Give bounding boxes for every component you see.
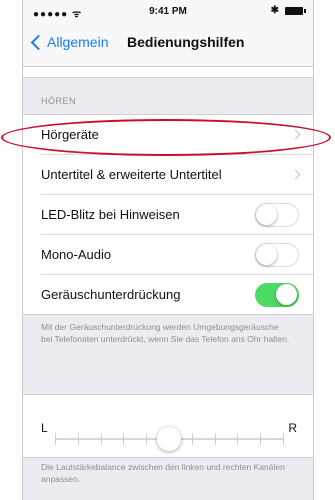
slider-tick	[191, 433, 193, 445]
row-label: LED-Blitz bei Hinweisen	[41, 207, 180, 222]
chevron-right-icon	[290, 169, 301, 180]
slider-tick	[260, 433, 262, 445]
chevron-left-icon	[30, 34, 47, 50]
row-label: Mono-Audio	[41, 247, 112, 262]
balance-slider-group: L R	[23, 394, 313, 458]
row-mono-audio: Mono-Audio	[41, 234, 313, 274]
slider-tick	[214, 433, 216, 445]
toggle-knob	[256, 204, 277, 225]
balance-left-label: L	[41, 421, 48, 435]
slider-tick	[123, 433, 125, 445]
noise-cancellation-footer: Mit der Geräuschunterdrückung werden Umg…	[41, 322, 290, 344]
status-bar: ●●●●● ᯤ 9:41 PM ✱	[23, 0, 313, 22]
slider-tick	[146, 433, 148, 445]
toggle-knob	[276, 284, 297, 305]
balance-footer: Die Lautstärkebalance zwischen den linke…	[41, 462, 285, 484]
noise-cancellation-toggle[interactable]	[255, 283, 299, 307]
battery-icon	[285, 7, 306, 15]
navigation-bar: Allgemein Bedienungshilfen	[23, 22, 313, 67]
mono-audio-toggle[interactable]	[255, 243, 299, 267]
highlight-ellipse	[1, 119, 331, 156]
balance-right-label: R	[288, 421, 297, 435]
toggle-knob	[256, 244, 277, 265]
status-time: 9:41 PM	[149, 6, 187, 17]
slider-tick	[100, 433, 102, 445]
slider-tick	[283, 433, 284, 445]
slider-tick	[55, 433, 56, 445]
row-noise-cancellation: Geräuschunterdrückung	[41, 274, 313, 314]
row-untertitel[interactable]: Untertitel & erweiterte Untertitel	[41, 154, 313, 194]
previous-group-cell	[23, 67, 313, 78]
slider-tick	[77, 433, 79, 445]
back-label: Allgemein	[47, 34, 109, 50]
row-label: Geräuschunterdrückung	[41, 287, 181, 302]
back-button[interactable]: Allgemein	[29, 34, 108, 50]
section-header-hoeren: HÖREN	[41, 96, 77, 106]
row-label: Untertitel & erweiterte Untertitel	[41, 167, 222, 182]
slider-tick	[237, 433, 239, 445]
phone-screen: ●●●●● ᯤ 9:41 PM ✱ Allgemein Bedienungshi…	[22, 0, 314, 500]
row-led-blitz: LED-Blitz bei Hinweisen	[41, 194, 313, 234]
bluetooth-icon: ✱	[270, 5, 279, 16]
led-flash-toggle[interactable]	[255, 203, 299, 227]
page-title: Bedienungshilfen	[127, 34, 245, 50]
balance-slider-thumb[interactable]	[157, 427, 181, 451]
